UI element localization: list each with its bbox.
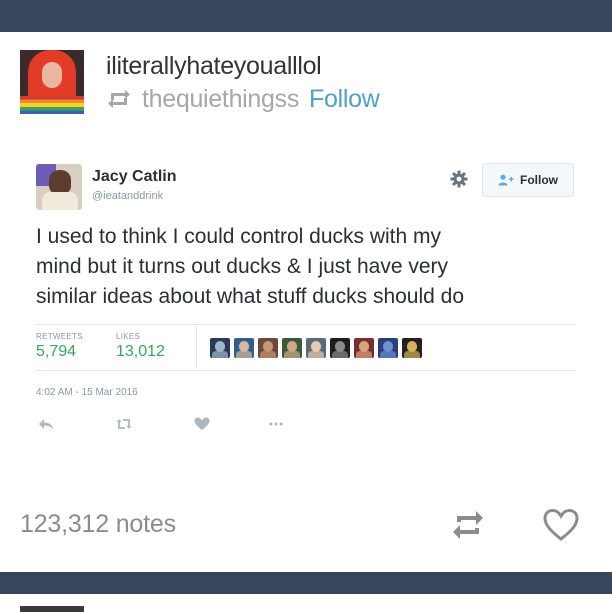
dashboard-top-bar: [0, 0, 612, 32]
tweet-avatar-head: [49, 170, 71, 194]
divider: [36, 370, 576, 371]
liker-avatar-body: [212, 351, 228, 358]
retweets-count: 5,794: [36, 343, 77, 360]
follow-link[interactable]: Follow: [309, 85, 380, 114]
post-username[interactable]: iliterallyhateyoualllol: [106, 52, 322, 81]
gear-icon[interactable]: [450, 170, 468, 188]
liker-avatar-body: [284, 351, 300, 358]
liker-avatar-body: [332, 351, 348, 358]
liker-avatar-body: [260, 351, 276, 358]
liker-avatar-body: [404, 351, 420, 358]
retweet-stat[interactable]: RETWEETS 5,794: [36, 332, 83, 361]
avatar-face: [42, 62, 62, 88]
post-header: iliterallyhateyoualllol thequiethingss F…: [20, 50, 600, 120]
tweet-text-line: mind but it turns out ducks & I just hav…: [36, 255, 449, 278]
liker-avatar-body: [236, 351, 252, 358]
add-user-icon: [498, 174, 514, 186]
liker-avatar[interactable]: [378, 338, 398, 358]
liker-avatar[interactable]: [210, 338, 230, 358]
embedded-tweet: Jacy Catlin @ieatanddrink Follow I used …: [36, 156, 576, 440]
divider: [36, 324, 576, 325]
liker-avatar-body: [308, 351, 324, 358]
divider: [196, 326, 197, 368]
tweet-text: I used to think I could control ducks wi…: [36, 222, 576, 312]
tweet-text-line: I used to think I could control ducks wi…: [36, 225, 442, 248]
liker-avatar-body: [356, 351, 372, 358]
reblog-button-icon[interactable]: [450, 508, 486, 542]
retweets-label: RETWEETS: [36, 332, 83, 341]
dashboard-bottom-bar: [0, 572, 612, 594]
liker-avatar[interactable]: [354, 338, 374, 358]
reblog-row: thequiethingss Follow: [106, 84, 380, 114]
tweet-author-handle[interactable]: @ieatanddrink: [92, 190, 163, 202]
notes-count[interactable]: 123,312 notes: [20, 510, 176, 539]
liker-avatars: [210, 338, 426, 358]
heart-icon[interactable]: [542, 507, 580, 543]
liker-avatar[interactable]: [234, 338, 254, 358]
liker-avatar[interactable]: [258, 338, 278, 358]
heart-icon[interactable]: [194, 416, 210, 432]
retweet-icon[interactable]: [116, 416, 132, 432]
likes-count: 13,012: [116, 343, 165, 360]
tweet-follow-label: Follow: [520, 173, 558, 187]
tweet-follow-button[interactable]: Follow: [482, 163, 574, 197]
likes-stat[interactable]: LIKES 13,012: [116, 332, 165, 361]
liker-avatar[interactable]: [402, 338, 422, 358]
liker-avatar-body: [380, 351, 396, 358]
reply-icon[interactable]: [38, 416, 54, 432]
reblog-source-username[interactable]: thequiethingss: [142, 85, 299, 114]
reblog-icon: [108, 90, 130, 108]
tweet-text-line: similar ideas about what stuff ducks sho…: [36, 285, 465, 308]
tweet-avatar-shirt: [42, 192, 78, 210]
next-post-edge: [0, 594, 612, 612]
likes-label: LIKES: [116, 332, 141, 341]
more-icon[interactable]: [268, 416, 284, 432]
avatar-rainbow-flag: [20, 96, 84, 114]
liker-avatar[interactable]: [306, 338, 326, 358]
next-post-avatar-edge: [20, 606, 84, 612]
tweet-timestamp[interactable]: 4:02 AM - 15 Mar 2016: [36, 387, 138, 398]
tweet-actions: [36, 414, 296, 434]
avatar[interactable]: [20, 50, 84, 114]
tweet-avatar[interactable]: [36, 164, 82, 210]
liker-avatar[interactable]: [282, 338, 302, 358]
tweet-author-name[interactable]: Jacy Catlin: [92, 168, 176, 186]
liker-avatar[interactable]: [330, 338, 350, 358]
